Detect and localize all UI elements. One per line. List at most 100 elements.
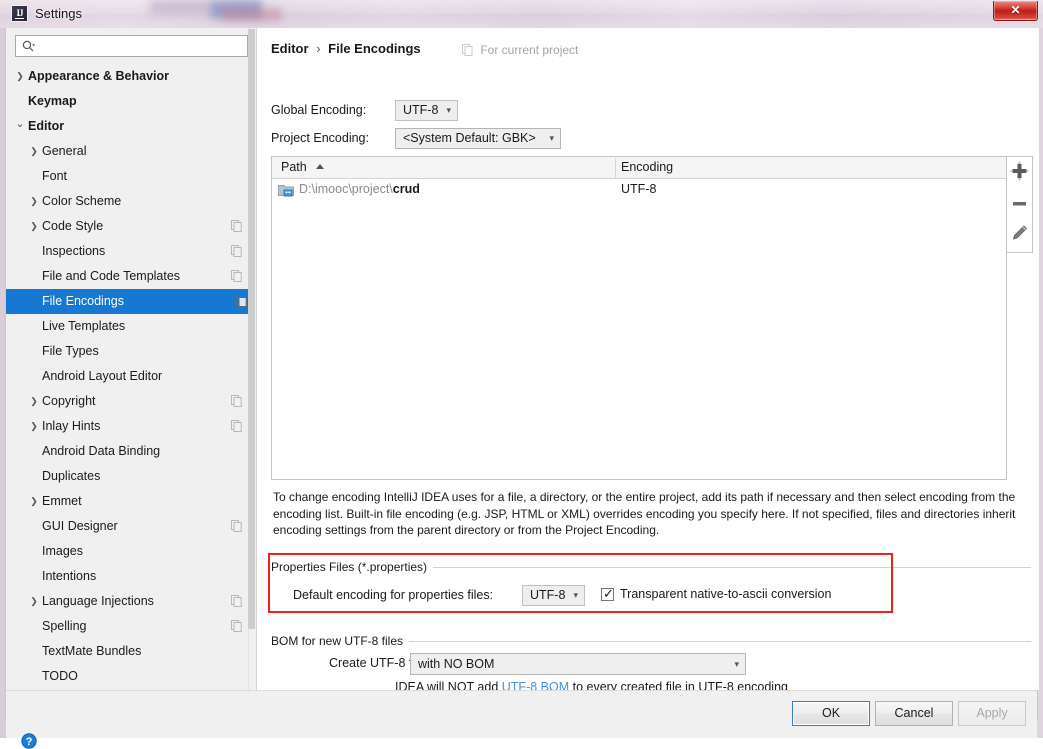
chevron-down-icon: ▾ xyxy=(549,133,554,143)
checkmark-icon: ✓ xyxy=(603,586,614,601)
sidebar-item-language-injections[interactable]: ❯ Language Injections xyxy=(6,589,256,614)
breadcrumb-root[interactable]: Editor xyxy=(271,41,309,56)
sidebar-item-inspections[interactable]: Inspections xyxy=(6,239,256,264)
sidebar-scrollbar-track[interactable] xyxy=(248,28,256,690)
sidebar-item-spelling[interactable]: Spelling xyxy=(6,614,256,639)
sidebar-item-gui-designer[interactable]: GUI Designer xyxy=(6,514,256,539)
copy-settings-icon xyxy=(231,245,242,257)
sidebar-item-intentions[interactable]: Intentions xyxy=(6,564,256,589)
chevron-right-icon[interactable]: ❯ xyxy=(28,389,40,414)
sidebar-item-label: Font xyxy=(42,169,68,183)
default-properties-encoding-value: UTF-8 xyxy=(530,588,566,602)
intellij-idea-icon: IJ xyxy=(11,5,28,22)
sidebar-item-font[interactable]: Font xyxy=(6,164,256,189)
close-button[interactable]: ✕ xyxy=(993,1,1038,21)
sidebar-item-android-data-binding[interactable]: Android Data Binding xyxy=(6,439,256,464)
sidebar-item-label: GUI Designer xyxy=(42,519,118,533)
settings-tree[interactable]: ❯ Appearance & Behavior Keymap ⌄ Editor ❯ Gene… xyxy=(6,64,256,690)
sidebar-item-appearance-behavior[interactable]: ❯ Appearance & Behavior xyxy=(6,64,256,89)
sidebar-item-duplicates[interactable]: Duplicates xyxy=(6,464,256,489)
sidebar-item-label: Android Data Binding xyxy=(42,444,161,458)
chevron-down-icon[interactable]: ⌄ xyxy=(14,114,26,134)
sidebar-item-emmet[interactable]: ❯ Emmet xyxy=(6,489,256,514)
sidebar-item-color-scheme[interactable]: ❯ Color Scheme xyxy=(6,189,256,214)
chevron-right-icon[interactable]: ❯ xyxy=(28,214,40,239)
folder-module-icon xyxy=(278,185,294,197)
sidebar-item-live-templates[interactable]: Live Templates xyxy=(6,314,256,339)
sidebar-item-file-encodings[interactable]: File Encodings xyxy=(6,289,256,314)
settings-content-panel: Editor › File Encodings For current proj… xyxy=(257,28,1039,694)
sort-ascending-icon xyxy=(316,164,325,169)
table-cell-path-leaf: crud xyxy=(392,182,420,196)
sidebar-item-label: File and Code Templates xyxy=(42,269,181,283)
intellij-idea-icon-underline xyxy=(15,18,24,19)
sidebar-item-label: General xyxy=(42,144,87,158)
for-current-project-text: For current project xyxy=(480,43,579,57)
search-box[interactable] xyxy=(15,35,248,57)
chevron-right-icon[interactable]: ❯ xyxy=(28,414,40,439)
edit-path-button[interactable] xyxy=(1007,219,1032,250)
search-icon xyxy=(22,40,35,52)
ok-button[interactable]: OK xyxy=(792,701,870,726)
sidebar-item-copyright[interactable]: ❯ Copyright xyxy=(6,389,256,414)
sidebar-item-todo[interactable]: TODO xyxy=(6,664,256,689)
column-divider[interactable] xyxy=(615,158,616,178)
search-input[interactable] xyxy=(40,39,244,55)
copy-settings-icon xyxy=(231,620,242,632)
help-icon[interactable]: ? xyxy=(21,733,37,749)
project-encoding-combo[interactable]: <System Default: GBK> ▾ xyxy=(395,128,561,149)
default-properties-encoding-label: Default encoding for properties files: xyxy=(293,588,494,602)
sidebar-item-android-layout-editor[interactable]: Android Layout Editor xyxy=(6,364,256,389)
sidebar-item-file-types[interactable]: File Types xyxy=(6,339,256,364)
encodings-table[interactable]: Path Encoding D:\imooc\project\crud UTF-… xyxy=(271,156,1007,480)
sidebar-item-images[interactable]: Images xyxy=(6,539,256,564)
sidebar-item-file-and-code-templates[interactable]: File and Code Templates xyxy=(6,264,256,289)
sidebar-item-general[interactable]: ❯ General xyxy=(6,139,256,164)
chevron-right-icon[interactable]: ❯ xyxy=(14,64,26,89)
sidebar-item-label: Live Templates xyxy=(42,319,126,333)
plus-icon xyxy=(1010,161,1029,181)
sidebar-scrollbar-thumb[interactable] xyxy=(248,29,255,629)
sidebar-item-label: TODO xyxy=(42,669,78,683)
chevron-right-icon[interactable]: ❯ xyxy=(28,139,40,164)
column-header-path-label: Path xyxy=(281,160,307,174)
sidebar-item-textmate-bundles[interactable]: TextMate Bundles xyxy=(6,639,256,664)
copy-settings-icon xyxy=(231,520,242,532)
sidebar-item-inlay-hints[interactable]: ❯ Inlay Hints xyxy=(6,414,256,439)
breadcrumb-leaf: File Encodings xyxy=(328,41,421,56)
checkbox-box[interactable]: ✓ xyxy=(601,586,614,601)
cancel-button[interactable]: Cancel xyxy=(875,701,953,726)
copy-settings-icon xyxy=(231,595,242,607)
sidebar-item-label: Color Scheme xyxy=(42,194,122,208)
chevron-down-icon: ▾ xyxy=(734,659,739,669)
sidebar-item-code-style[interactable]: ❯ Code Style xyxy=(6,214,256,239)
column-header-path[interactable]: Path xyxy=(281,157,325,178)
sidebar-item-label: Inspections xyxy=(42,244,106,258)
add-path-button[interactable] xyxy=(1007,157,1032,188)
create-utf8-files-combo[interactable]: with NO BOM ▾ xyxy=(410,653,746,675)
sidebar-item-label: Inlay Hints xyxy=(42,419,101,433)
column-header-encoding[interactable]: Encoding xyxy=(621,157,673,178)
encodings-description: To change encoding IntelliJ IDEA uses fo… xyxy=(273,490,1016,537)
remove-path-button[interactable] xyxy=(1007,188,1032,219)
default-properties-encoding-combo[interactable]: UTF-8 ▾ xyxy=(522,585,585,606)
breadcrumb: Editor › File Encodings xyxy=(271,41,421,56)
sidebar-item-label: Editor xyxy=(28,119,65,133)
chevron-right-icon[interactable]: ❯ xyxy=(28,189,40,214)
sidebar-item-editor[interactable]: ⌄ Editor xyxy=(6,114,256,139)
table-row[interactable]: D:\imooc\project\crud UTF-8 xyxy=(272,179,1006,203)
table-cell-path: D:\imooc\project\crud xyxy=(299,182,420,196)
chevron-right-icon[interactable]: ❯ xyxy=(28,589,40,614)
chevron-right-icon[interactable]: ❯ xyxy=(28,489,40,514)
global-encoding-combo[interactable]: UTF-8 ▾ xyxy=(395,100,458,121)
sidebar-item-keymap[interactable]: Keymap xyxy=(6,89,256,114)
title-bar: IJ Settings ✕ xyxy=(0,0,1043,28)
apply-button: Apply xyxy=(958,701,1026,726)
global-encoding-label: Global Encoding: xyxy=(271,103,367,117)
project-encoding-label: Project Encoding: xyxy=(271,131,369,145)
chevron-down-icon: ▾ xyxy=(573,590,578,600)
for-current-project-label: For current project xyxy=(462,43,578,57)
properties-files-group-title: Properties Files (*.properties) xyxy=(271,560,434,574)
global-encoding-value: UTF-8 xyxy=(403,103,439,117)
sidebar-item-label: Copyright xyxy=(42,394,96,408)
